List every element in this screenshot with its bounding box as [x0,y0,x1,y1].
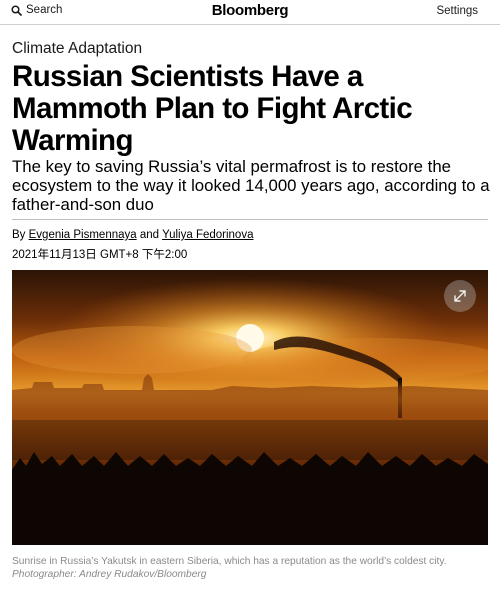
byline-conjunction: and [139,229,160,241]
sunrise-illustration [12,270,488,545]
hero-photo[interactable] [12,270,488,545]
article-dek: The key to saving Russia’s vital permafr… [12,157,490,214]
byline-prefix: By [12,229,26,241]
bloomberg-logo[interactable]: Bloomberg [0,2,500,19]
photo-caption: Sunrise in Russia’s Yakutsk in eastern S… [12,555,492,581]
article-kicker[interactable]: Climate Adaptation [12,40,142,58]
settings-button[interactable]: Settings [436,5,478,17]
top-bar: Search Bloomberg Settings [0,0,500,25]
author-link[interactable]: Evgenia Pismennaya [29,229,137,241]
photo-credit: Photographer: Andrey Rudakov/Bloomberg [12,569,207,580]
expand-button[interactable] [444,280,476,312]
publish-date: 2021年11月13日 GMT+8 下午2:00 [12,249,188,261]
article-headline: Russian Scientists Have a Mammoth Plan t… [12,60,413,157]
expand-icon [453,289,467,303]
author-link[interactable]: Yuliya Fedorinova [162,229,253,241]
divider [12,219,488,220]
byline: By Evgenia Pismennaya and Yuliya Fedorin… [12,229,253,241]
caption-text: Sunrise in Russia’s Yakutsk in eastern S… [12,556,447,567]
